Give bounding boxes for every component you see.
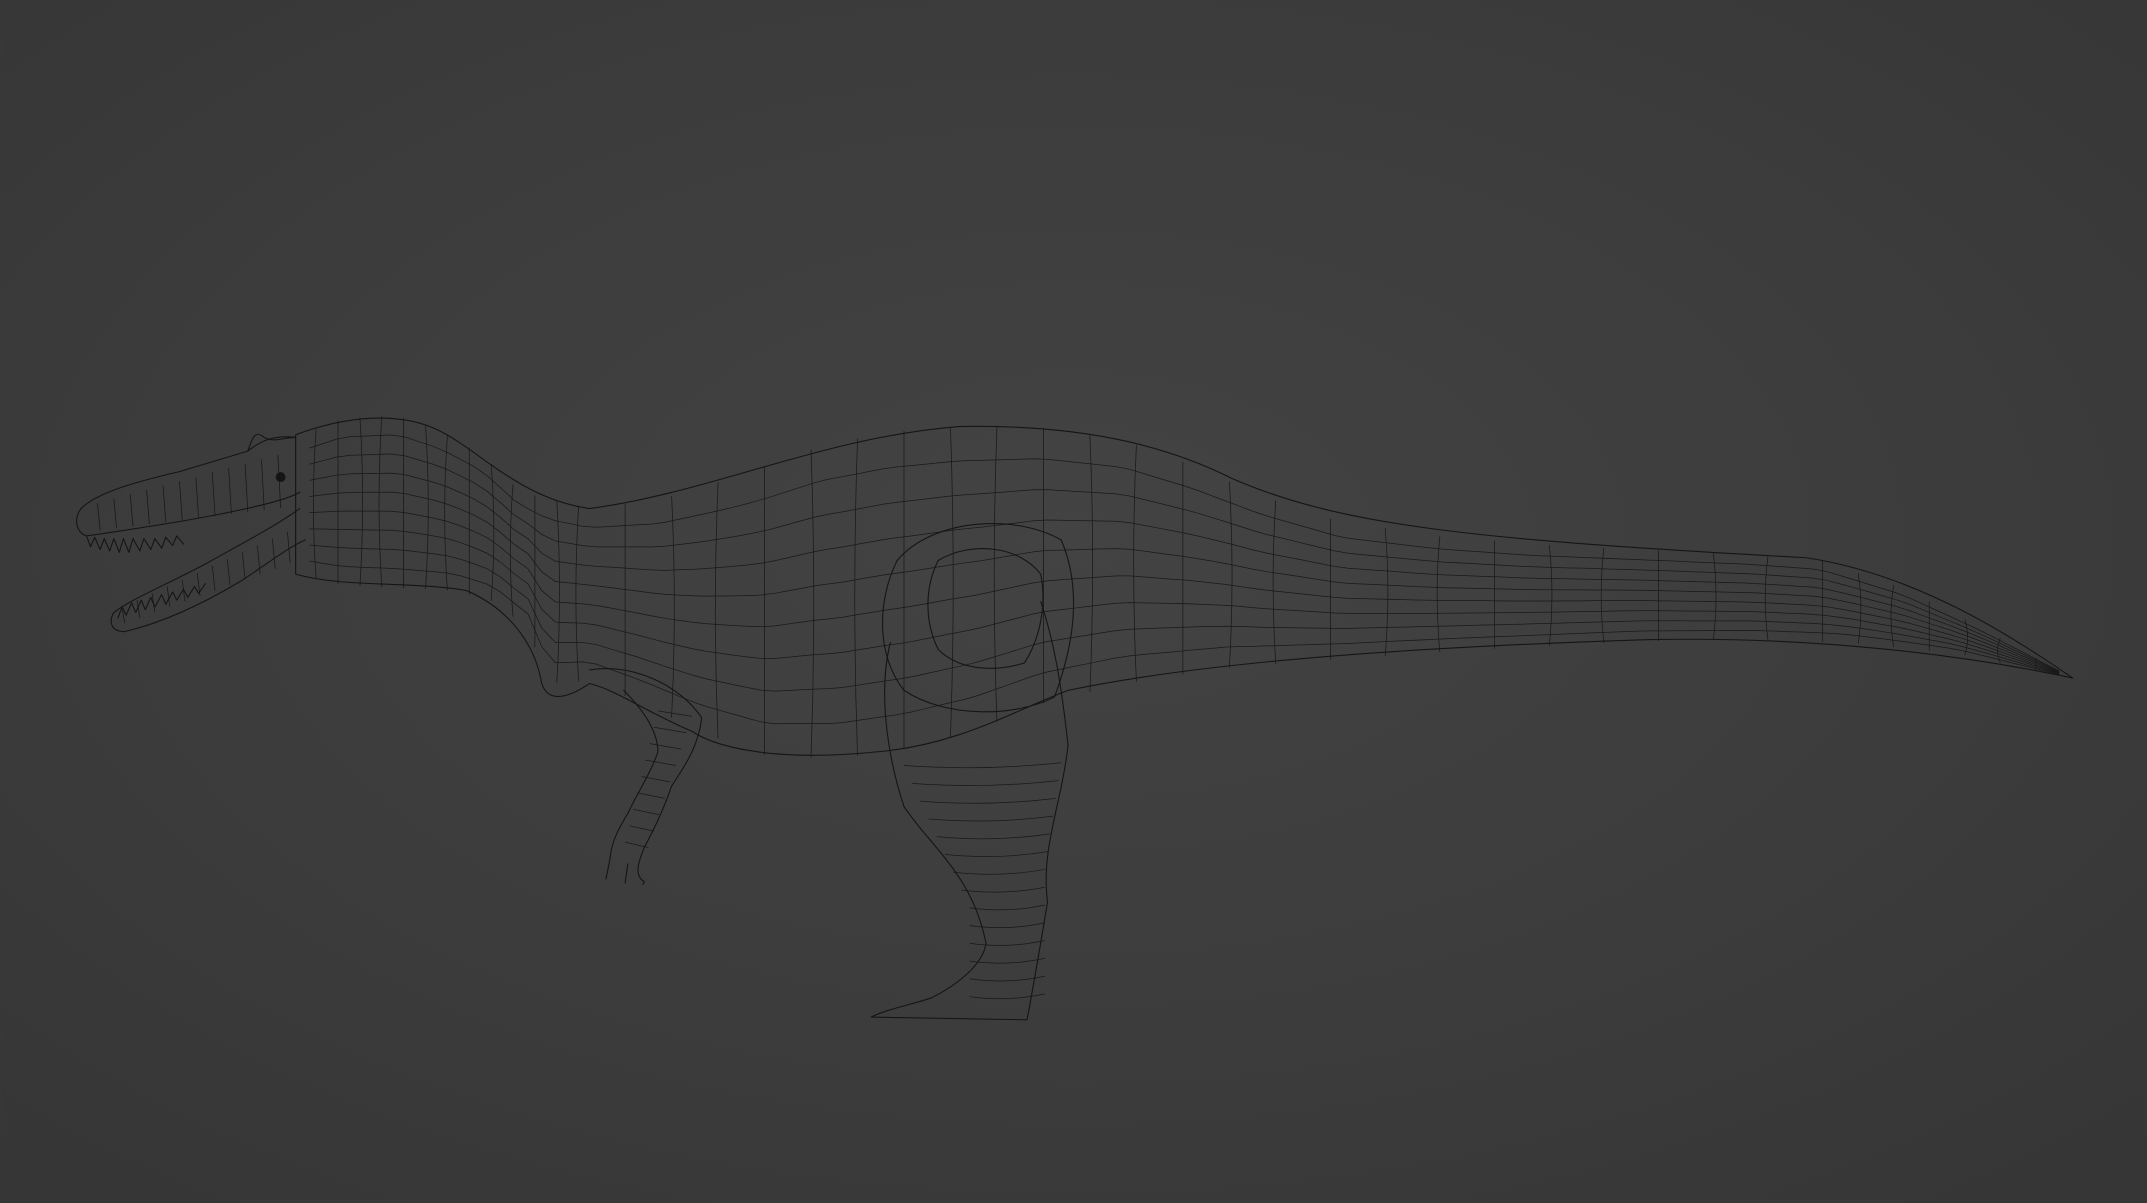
3d-viewport[interactable] [0,0,2147,1203]
eye [275,472,286,483]
wireframe-render [1,0,2146,1203]
